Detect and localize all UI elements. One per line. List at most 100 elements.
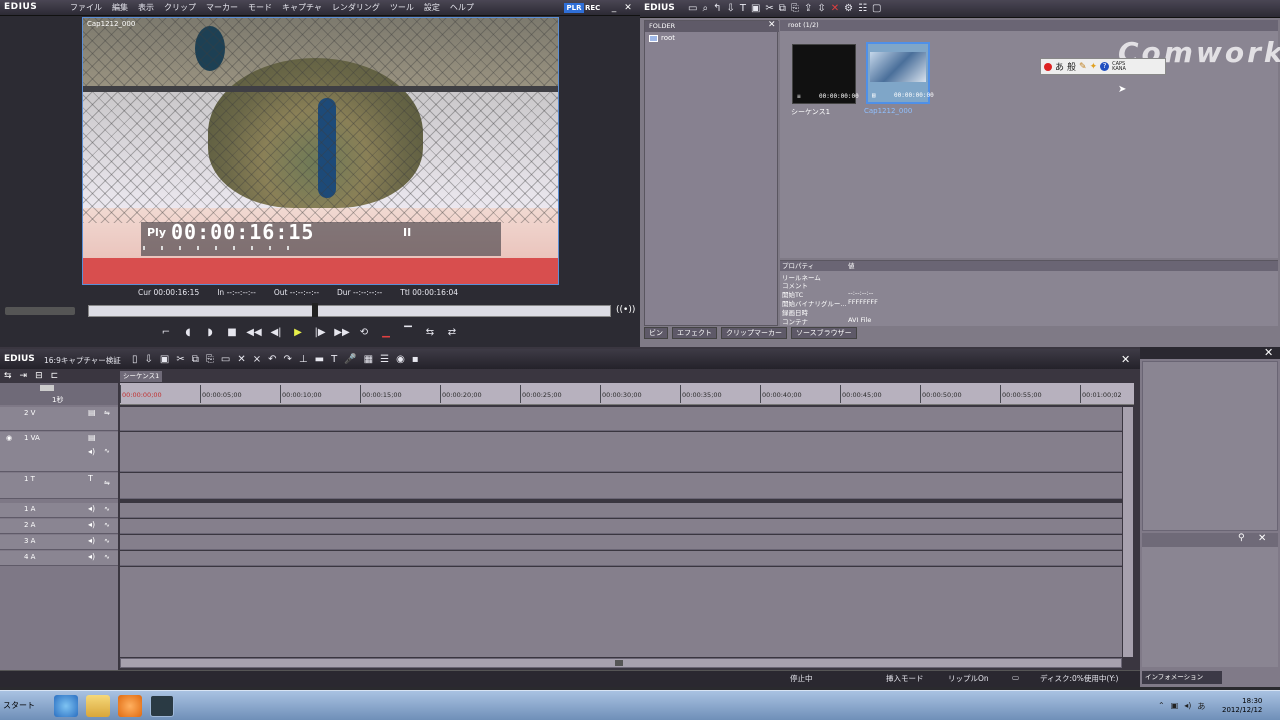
track-4a[interactable]: 4 A ◂) ∿ [0,551,118,566]
time-ruler[interactable]: 00:00:00;00 00:00:05;00 00:00:10;00 00:0… [120,383,1134,405]
track-lane-1a[interactable] [120,503,1122,518]
patch-icon[interactable]: ◉ [6,434,12,442]
insert-to-timeline-icon[interactable]: ▁ [378,325,394,339]
ime-icon[interactable] [1044,62,1052,71]
mode-icon[interactable]: ⇆ [4,371,12,381]
fast-forward-icon[interactable]: ▶▶ [334,325,350,339]
plr-toggle[interactable]: PLR [564,3,584,13]
loop-icon[interactable]: ((•)) [616,305,635,315]
ime-input-mode[interactable]: あ [1055,60,1064,73]
view-mode-icon[interactable]: ☷ [858,3,867,14]
help-icon[interactable]: ? [1100,62,1110,71]
edius-taskbar-icon[interactable] [150,695,174,717]
status-ripple[interactable]: リップルOn [948,673,989,684]
render-icon[interactable]: ◉ [396,354,405,365]
search-icon[interactable]: ⌕ [702,3,708,14]
menu-settings[interactable]: 設定 [424,2,440,14]
export-icon[interactable]: ▪ [412,354,419,365]
minimize-icon[interactable]: _ [608,2,620,14]
scrollbar-thumb[interactable] [615,660,623,666]
voiceover-icon[interactable]: 🎤 [344,354,356,365]
speaker-icon[interactable]: ◂) [88,447,95,456]
add-to-timeline-icon[interactable]: ⇳ [817,3,825,14]
track-1t[interactable]: 1 T T ⇋ [0,473,118,499]
paste-icon[interactable]: ⎘ [791,3,799,14]
menu-tools[interactable]: ツール [390,2,414,14]
tab-bin[interactable]: ビン [644,327,668,339]
send-to-player-icon[interactable]: ⇪ [804,3,812,14]
network-icon[interactable]: ▣ [1171,701,1179,712]
link-icon[interactable]: ⇆ [422,325,438,339]
timeline-empty-area[interactable] [120,567,1122,657]
video-preview[interactable]: Cap1212_000 Ply 00:00:16:15 II [82,17,559,285]
clip-name[interactable]: シーケンス1 [791,107,830,117]
root-folder[interactable]: root [661,34,675,42]
menu-render[interactable]: レンダリング [332,2,380,14]
capture-icon[interactable]: ▣ [751,3,760,14]
copy-icon[interactable]: ⧉ [779,3,786,14]
redo-icon[interactable]: ↷ [284,354,292,365]
video-mute-icon[interactable]: ▤ [88,433,96,442]
loop-play-icon[interactable]: ⟲ [356,325,372,339]
track-lane-4a[interactable] [120,551,1122,566]
close-icon[interactable]: ✕ [1258,533,1266,544]
track-1va[interactable]: ◉ 1 VA ▤ ◂) ∿ [0,432,118,472]
speaker-icon[interactable]: ◂) [88,520,95,529]
menu-mode[interactable]: モード [248,2,272,14]
sync-icon[interactable]: ⇋ [104,409,110,417]
track-lane-2v[interactable] [120,407,1122,431]
speaker-icon[interactable]: ◂) [88,552,95,561]
mark-in-icon[interactable]: ◖ [180,325,196,339]
window-icon[interactable]: ▢ [872,3,881,14]
track-1a[interactable]: 1 A ◂) ∿ [0,503,118,518]
speaker-icon[interactable]: ◂) [1184,701,1191,712]
open-project-icon[interactable]: ⇩ [145,354,153,365]
zoom-slider[interactable] [40,385,54,391]
menu-help[interactable]: ヘルプ [450,2,474,14]
scrubber-handle[interactable] [312,303,318,317]
track-lane-3a[interactable] [120,535,1122,550]
properties-icon[interactable]: ⚙ [844,3,853,14]
folder-icon[interactable]: ▭ [688,3,697,14]
menu-clip[interactable]: クリップ [164,2,196,14]
media-player-icon[interactable] [118,695,142,717]
track-lane-1t[interactable] [120,473,1122,499]
mark-out-icon[interactable]: ◗ [202,325,218,339]
copy-icon[interactable]: ⧉ [192,354,199,365]
sync-lock-icon[interactable]: ⊟ [35,371,43,381]
new-sequence-icon[interactable]: ▯ [132,354,138,365]
paste-icon[interactable]: ⎘ [206,354,214,365]
multicam-icon[interactable]: ▦ [364,354,373,365]
ime-toolbar[interactable]: あ 般 ✎ ✦ ? CAPS KANA [1040,58,1166,75]
position-scrubber[interactable] [88,305,611,317]
explorer-icon[interactable] [86,695,110,717]
status-insert-mode[interactable]: 挿入モード [886,673,924,684]
insert-mode-icon[interactable]: ⇥ [20,371,28,381]
cut-icon[interactable]: ✂ [765,3,773,14]
menu-marker[interactable]: マーカー [206,2,238,14]
step-back-icon[interactable]: ◀| [268,325,284,339]
overwrite-icon[interactable]: ▔ [400,325,416,339]
ime-conversion-mode[interactable]: 般 [1067,60,1076,73]
delete-icon[interactable]: ✕ [237,354,245,365]
up-folder-icon[interactable]: ↰ [713,3,721,14]
speaker-icon[interactable]: ◂) [88,504,95,513]
ime-tool-icon[interactable]: ✦ [1090,62,1098,72]
menu-edit[interactable]: 編集 [112,2,128,14]
replace-icon[interactable]: ▭ [221,354,230,365]
close-icon[interactable]: ✕ [1264,346,1273,359]
delete-icon[interactable]: ✕ [831,3,839,14]
ie-icon[interactable] [54,695,78,717]
ime-dictionary-icon[interactable]: ✎ [1079,62,1087,72]
menu-file[interactable]: ファイル [70,2,102,14]
start-button[interactable]: スタート [0,695,44,717]
menu-view[interactable]: 表示 [138,2,154,14]
waveform-icon[interactable]: ∿ [104,447,110,455]
track-2v[interactable]: 2 V ▤ ⇋ [0,407,118,431]
tab-clip-markers[interactable]: クリップマーカー [721,327,787,339]
play-icon[interactable]: ▶ [290,325,306,339]
tab-sequence1[interactable]: シーケンス1 [120,371,162,382]
clip-sequence1[interactable]: ≡ 00:00:00:00 [792,44,859,104]
menu-capture[interactable]: キャプチャ [282,2,322,14]
waveform-icon[interactable]: ∿ [104,505,110,513]
